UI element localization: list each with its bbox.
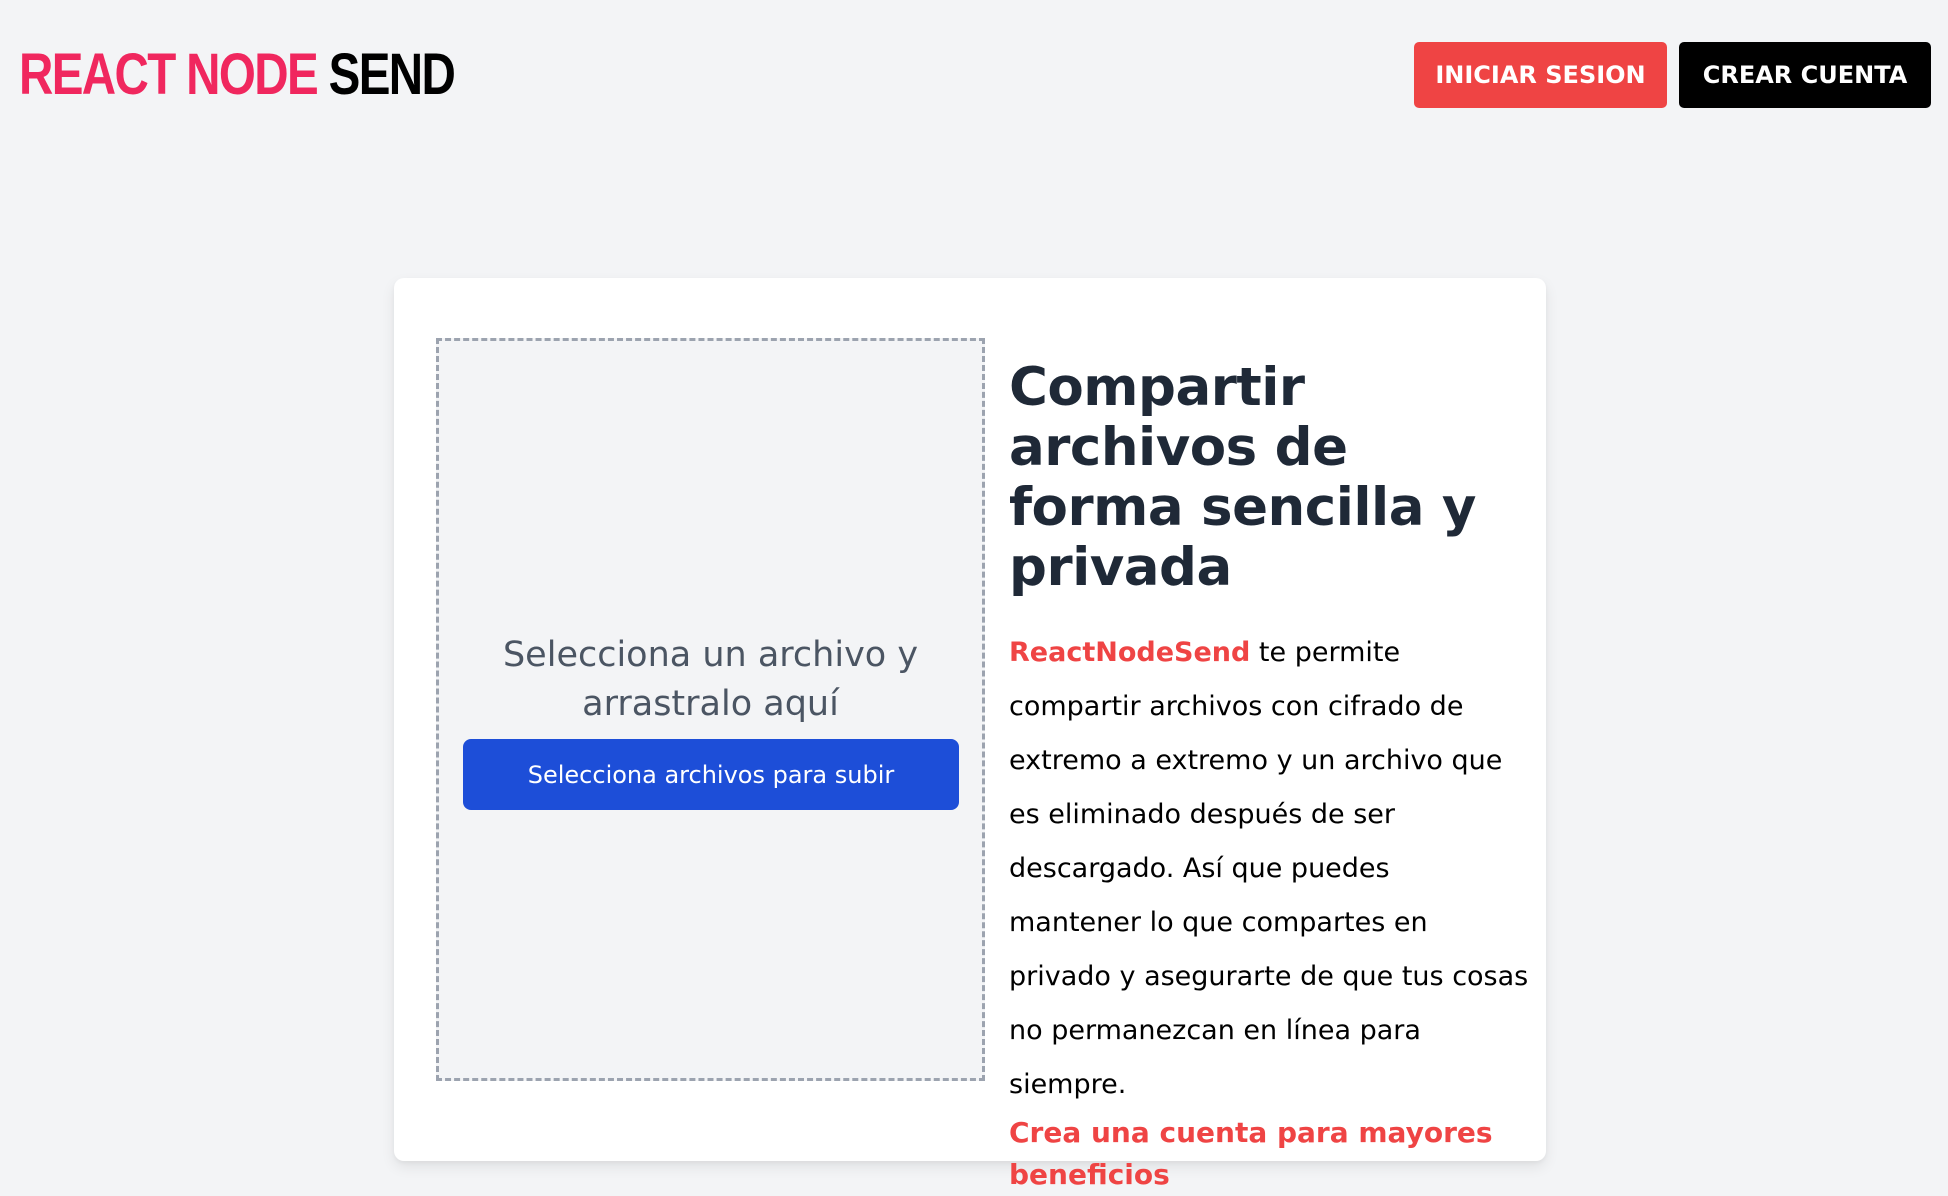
create-account-button[interactable]: CREAR CUENTA [1679,42,1931,108]
main-card: Selecciona un archivo y arrastralo aquí … [394,278,1546,1191]
logo-text-send: SEND [328,42,456,107]
site-header: REACT NODE SEND INICIAR SESION CREAR CUE… [0,0,1948,150]
file-dropzone[interactable]: Selecciona un archivo y arrastralo aquí … [436,338,985,1081]
info-panel: Compartir archivos de forma sencilla y p… [1009,358,1529,1196]
select-files-button[interactable]: Selecciona archivos para subir [463,739,959,810]
info-body-text: te permite compartir archivos con cifrad… [1009,637,1529,1100]
logo-text-react-node: REACT NODE [19,42,319,107]
dropzone-instruction: Selecciona un archivo y arrastralo aquí [502,635,919,724]
brand-name: ReactNodeSend [1009,637,1251,668]
create-account-link[interactable]: Crea una cuenta para mayores beneficios [1009,1112,1529,1196]
login-button[interactable]: INICIAR SESION [1414,42,1667,108]
info-title: Compartir archivos de forma sencilla y p… [1009,357,1476,598]
info-description: ReactNodeSend te permite compartir archi… [1009,626,1529,1112]
logo[interactable]: REACT NODE SEND [19,40,456,110]
